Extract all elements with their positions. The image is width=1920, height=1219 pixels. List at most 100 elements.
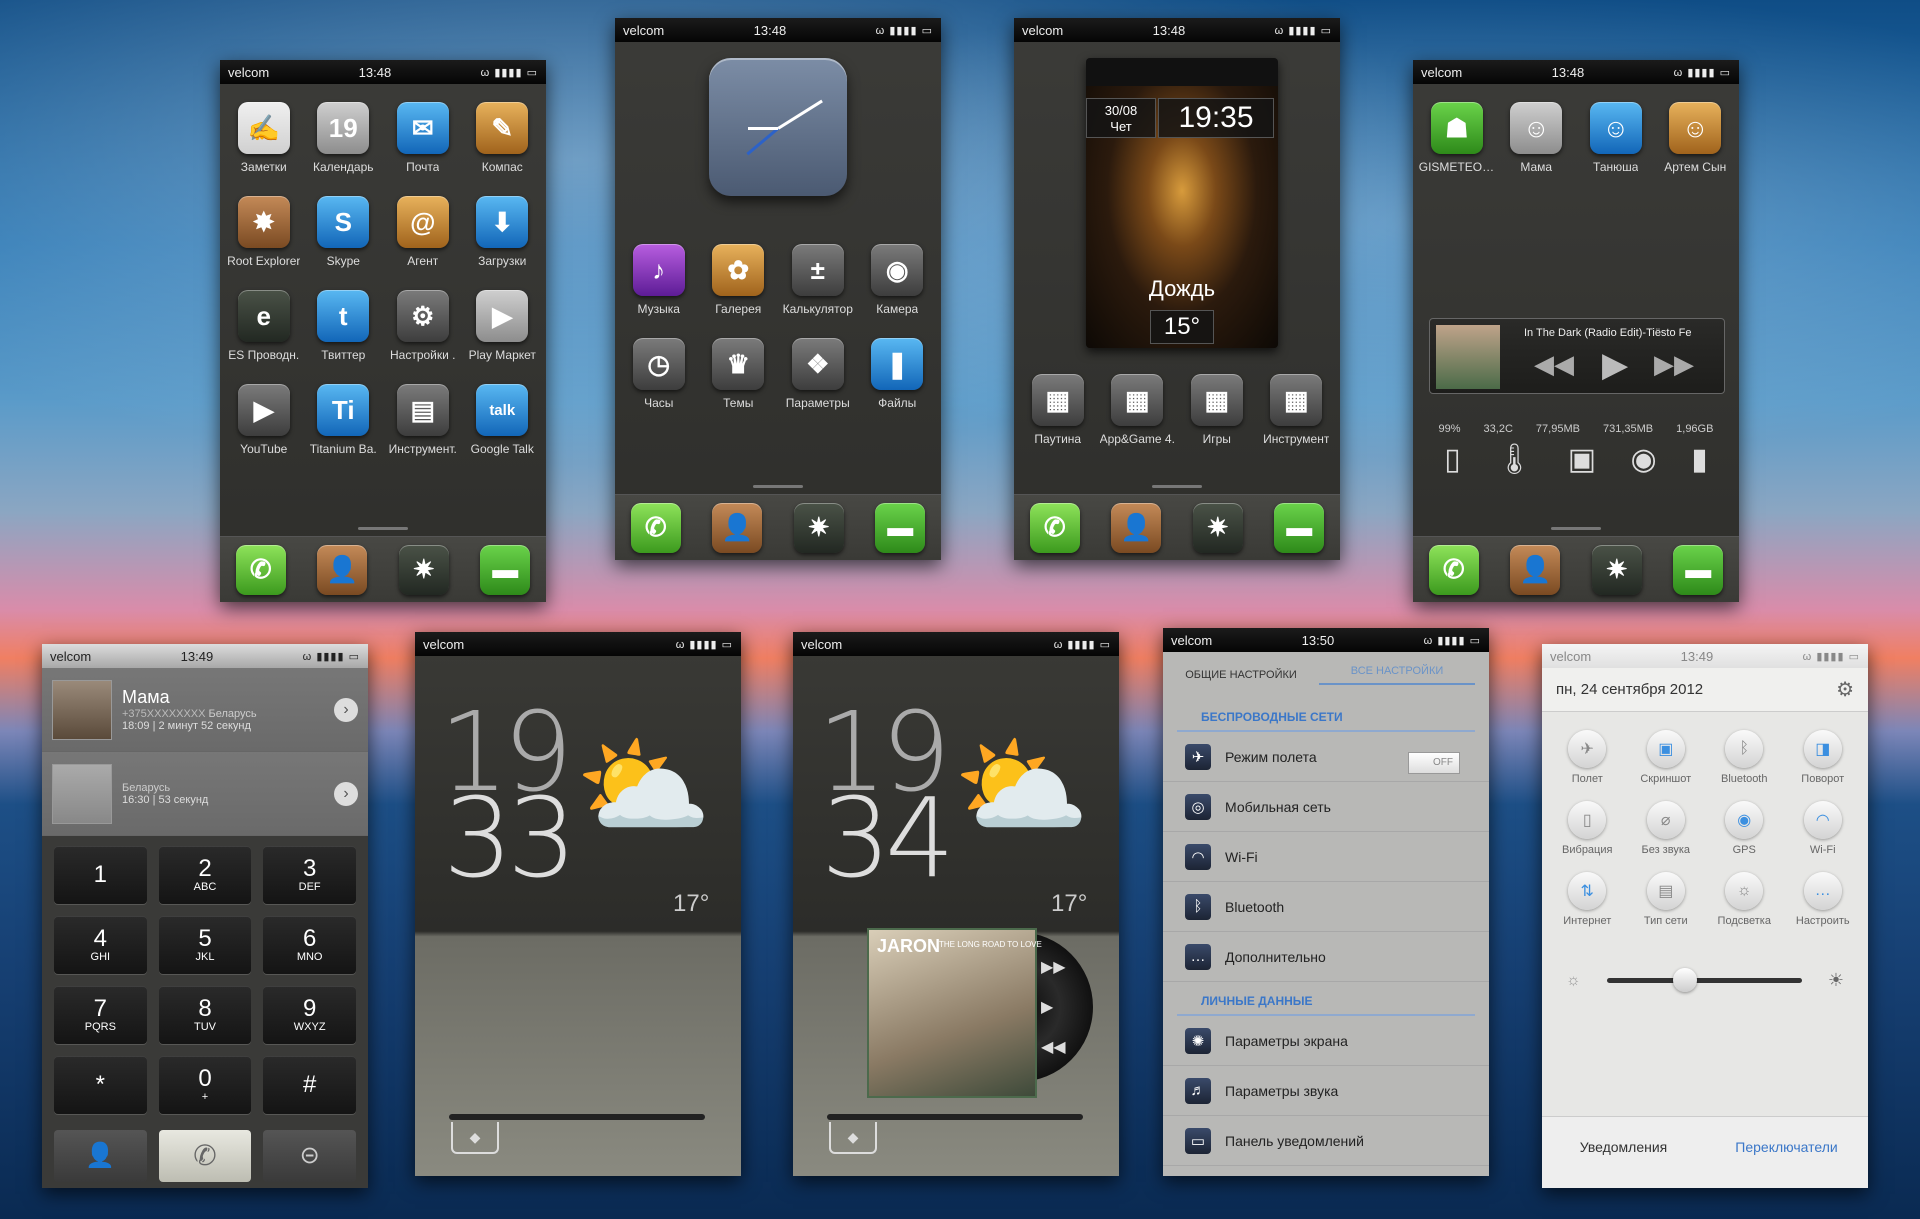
unlock-handle[interactable]: ◆ bbox=[451, 1122, 499, 1154]
toggle-network-type[interactable]: ▤ Тип сети bbox=[1627, 872, 1706, 927]
tab-general[interactable]: ОБЩИЕ НАСТРОЙКИ bbox=[1163, 669, 1319, 681]
settings-item-display[interactable]: ✺ Параметры экрана bbox=[1163, 1016, 1489, 1066]
call-button[interactable]: ✆ bbox=[158, 1130, 252, 1182]
messages-icon[interactable]: ▬ bbox=[1274, 502, 1325, 553]
key-5[interactable]: 5 JKL bbox=[158, 916, 252, 974]
app-es-explorer[interactable]: e ES Проводн. bbox=[224, 290, 304, 362]
chevron-right-icon[interactable]: › bbox=[334, 697, 358, 722]
analog-clock-widget[interactable] bbox=[709, 58, 847, 196]
contacts-icon[interactable]: 👤 bbox=[1510, 544, 1561, 595]
previous-icon[interactable]: ◀◀ bbox=[1534, 349, 1574, 380]
browser-compass-icon[interactable]: ✷ bbox=[793, 502, 844, 553]
call-log-item[interactable]: Мама +375XXXXXXXX Беларусь 18:09 | 2 мин… bbox=[42, 668, 368, 752]
brightness-slider-knob[interactable] bbox=[1672, 968, 1697, 992]
contacts-icon[interactable]: 👤 bbox=[1111, 502, 1162, 553]
app-themes[interactable]: ♛ Темы bbox=[699, 338, 779, 410]
airplane-toggle[interactable]: OFF bbox=[1408, 752, 1460, 774]
tab-toggles[interactable]: Переключатели bbox=[1705, 1117, 1868, 1188]
settings-item-more[interactable]: … Дополнительно bbox=[1163, 932, 1489, 982]
app-youtube[interactable]: ▶ YouTube bbox=[224, 384, 304, 456]
contact-shortcut-mama[interactable]: ☺ Мама bbox=[1497, 102, 1577, 174]
weather-clock-widget[interactable]: 30/08 Чет 19:35 Дождь 15° bbox=[1086, 58, 1278, 348]
toggle-silent[interactable]: ⌀ Без звука bbox=[1627, 801, 1706, 856]
browser-compass-icon[interactable]: ✷ bbox=[1591, 544, 1642, 595]
key-4[interactable]: 4 GHI bbox=[54, 916, 147, 974]
browser-compass-icon[interactable]: ✷ bbox=[398, 544, 449, 595]
album-cover[interactable]: JARON THE LONG ROAD TO LOVE bbox=[867, 928, 1042, 1098]
app-compass[interactable]: ✎ Компас bbox=[463, 102, 543, 174]
messages-icon[interactable]: ▬ bbox=[1673, 544, 1724, 595]
phone-icon[interactable]: ✆ bbox=[630, 502, 681, 553]
app-settings[interactable]: ⚙ Настройки . bbox=[383, 290, 463, 362]
settings-item-bluetooth[interactable]: ᛒ Bluetooth bbox=[1163, 882, 1489, 932]
app-twitter[interactable]: t Твиттер bbox=[304, 290, 384, 362]
app-appgame[interactable]: ▦ App&Game 4. bbox=[1098, 374, 1178, 446]
app-notes[interactable]: ✍ Заметки bbox=[224, 102, 304, 174]
app-gallery[interactable]: ✿ Галерея bbox=[699, 244, 779, 316]
toggle-airplane[interactable]: ✈ Полет bbox=[1548, 730, 1627, 785]
tab-notifications[interactable]: Уведомления bbox=[1542, 1117, 1705, 1188]
unlock-slider[interactable] bbox=[827, 1114, 1083, 1120]
app-calculator[interactable]: ± Калькулятор bbox=[778, 244, 858, 316]
toggle-wifi[interactable]: ◠ Wi-Fi bbox=[1784, 801, 1863, 856]
messages-icon[interactable]: ▬ bbox=[875, 502, 926, 553]
key-8[interactable]: 8 TUV bbox=[158, 986, 252, 1044]
app-downloads[interactable]: ⬇ Загрузки bbox=[463, 196, 543, 268]
toggle-customize[interactable]: … Настроить bbox=[1784, 872, 1863, 927]
next-icon[interactable]: ▶▶ bbox=[1041, 948, 1066, 988]
contact-shortcut-tanyusha[interactable]: ☺ Танюша bbox=[1576, 102, 1656, 174]
toggle-bluetooth[interactable]: ᛒ Bluetooth bbox=[1705, 730, 1784, 785]
app-tools-folder[interactable]: ▦ Инструмент bbox=[1257, 374, 1337, 446]
tab-all[interactable]: ВСЕ НАСТРОЙКИ bbox=[1319, 665, 1475, 685]
toggle-gps[interactable]: ◉ GPS bbox=[1705, 801, 1784, 856]
settings-item-mobile-network[interactable]: ◎ Мобильная сеть bbox=[1163, 782, 1489, 832]
key-hash[interactable]: # bbox=[263, 1056, 356, 1114]
album-art[interactable] bbox=[1436, 325, 1500, 389]
next-icon[interactable]: ▶▶ bbox=[1654, 349, 1694, 380]
key-star[interactable]: * bbox=[54, 1056, 147, 1114]
app-agent[interactable]: @ Агент bbox=[383, 196, 463, 268]
backspace-button[interactable]: ⊝ bbox=[263, 1130, 357, 1182]
browser-compass-icon[interactable]: ✷ bbox=[1192, 502, 1243, 553]
key-6[interactable]: 6 MNO bbox=[263, 916, 356, 974]
app-calendar[interactable]: 19 Календарь bbox=[304, 102, 384, 174]
app-clock[interactable]: ◷ Часы bbox=[619, 338, 699, 410]
key-3[interactable]: 3 DEF bbox=[263, 846, 356, 904]
previous-icon[interactable]: ◀◀ bbox=[1041, 1028, 1066, 1068]
app-mail[interactable]: ✉ Почта bbox=[383, 102, 463, 174]
app-titanium[interactable]: Ti Titanium Ba. bbox=[304, 384, 384, 456]
key-0[interactable]: 0 + bbox=[158, 1056, 252, 1114]
brightness-slider[interactable] bbox=[1606, 968, 1802, 992]
play-icon[interactable]: ▶ bbox=[1602, 345, 1628, 385]
toggle-vibration[interactable]: ▯ Вибрация bbox=[1548, 801, 1627, 856]
settings-item-wifi[interactable]: ◠ Wi-Fi bbox=[1163, 832, 1489, 882]
contacts-icon[interactable]: 👤 bbox=[712, 502, 763, 553]
key-7[interactable]: 7 PQRS bbox=[54, 986, 147, 1044]
play-icon[interactable]: ▶ bbox=[1041, 988, 1066, 1028]
app-skype[interactable]: S Skype bbox=[304, 196, 384, 268]
app-games-folder[interactable]: ▦ Игры bbox=[1177, 374, 1257, 446]
unlock-slider[interactable] bbox=[449, 1114, 705, 1120]
messages-icon[interactable]: ▬ bbox=[480, 544, 531, 595]
key-2[interactable]: 2 ABC bbox=[158, 846, 252, 904]
app-google-talk[interactable]: talk Google Talk bbox=[463, 384, 543, 456]
toggle-screenshot[interactable]: ▣ Скриншот bbox=[1627, 730, 1706, 785]
key-1[interactable]: 1 bbox=[54, 846, 147, 904]
contacts-button[interactable]: 👤 bbox=[54, 1130, 147, 1182]
app-parameters[interactable]: ❖ Параметры bbox=[778, 338, 858, 410]
settings-item-notification-panel[interactable]: ▭ Панель уведомлений bbox=[1163, 1116, 1489, 1166]
gear-icon[interactable]: ⚙ bbox=[1836, 677, 1854, 702]
app-camera[interactable]: ◉ Камера bbox=[858, 244, 938, 316]
toggle-rotate[interactable]: ◨ Поворот bbox=[1784, 730, 1863, 785]
app-root-explorer[interactable]: ✸ Root Explorer bbox=[224, 196, 304, 268]
phone-icon[interactable]: ✆ bbox=[1029, 502, 1080, 553]
chevron-right-icon[interactable]: › bbox=[334, 781, 358, 806]
call-log-item[interactable]: Беларусь 16:30 | 53 секунд › bbox=[42, 752, 368, 836]
contacts-icon[interactable]: 👤 bbox=[317, 544, 368, 595]
contact-shortcut-artem[interactable]: ☺ Артем Сын bbox=[1656, 102, 1736, 174]
phone-icon[interactable]: ✆ bbox=[235, 544, 286, 595]
unlock-handle[interactable]: ◆ bbox=[829, 1122, 877, 1154]
app-files[interactable]: ❚ Файлы bbox=[858, 338, 938, 410]
toggle-internet[interactable]: ⇅ Интернет bbox=[1548, 872, 1627, 927]
key-9[interactable]: 9 WXYZ bbox=[263, 986, 356, 1044]
